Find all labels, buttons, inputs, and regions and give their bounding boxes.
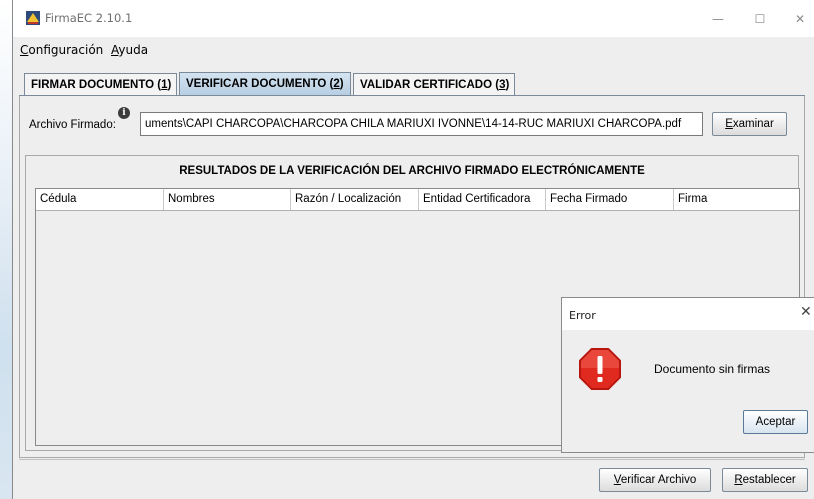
restablecer-button[interactable]: Restablecer: [722, 468, 808, 492]
tab-label: FIRMAR DOCUMENTO: [31, 79, 155, 91]
minimize-button[interactable]: —: [698, 6, 738, 34]
dialog-title-bar: Error ✕: [562, 298, 814, 330]
tab-label: VALIDAR CERTIFICADO: [360, 79, 493, 91]
error-stop-icon: [579, 348, 621, 390]
dialog-title: Error: [569, 309, 596, 322]
window-title: FirmaEC 2.10.1: [45, 11, 133, 25]
dialog-message: Documento sin firmas: [654, 362, 771, 376]
tab-mnemonic: 2: [333, 78, 340, 90]
tab-label: VERIFICAR DOCUMENTO: [186, 78, 327, 90]
tab-mnemonic: 3: [499, 79, 506, 91]
aceptar-button[interactable]: Aceptar: [743, 410, 808, 434]
column-header-firma[interactable]: Firma: [674, 189, 799, 210]
examinar-button[interactable]: Examinar: [712, 112, 787, 136]
title-bar: FirmaEC 2.10.1 — ☐ ✕: [13, 0, 814, 37]
dialog-close-icon[interactable]: ✕: [800, 304, 812, 320]
results-title: RESULTADOS DE LA VERIFICACIÓN DEL ARCHIV…: [179, 165, 645, 177]
error-dialog: Error ✕ Documento sin firmas Aceptar: [561, 297, 814, 453]
verificar-archivo-button[interactable]: Verificar Archivo: [599, 468, 711, 492]
tab-firmar-documento[interactable]: FIRMAR DOCUMENTO (1): [24, 73, 177, 95]
close-button[interactable]: ✕: [780, 6, 814, 34]
desktop-background: [0, 0, 12, 499]
maximize-button[interactable]: ☐: [740, 6, 780, 34]
tab-mnemonic: 1: [161, 79, 168, 91]
info-icon[interactable]: i: [118, 107, 130, 119]
archivo-firmado-field[interactable]: uments\CAPI CHARCOPA\CHARCOPA CHILA MARI…: [140, 112, 703, 136]
column-header-fecha[interactable]: Fecha Firmado: [546, 189, 674, 210]
menu-configuracion[interactable]: Configuración: [20, 43, 103, 57]
column-header-cedula[interactable]: Cédula: [36, 189, 164, 210]
table-header: Cédula Nombres Razón / Localización Enti…: [36, 189, 799, 211]
column-header-nombres[interactable]: Nombres: [164, 189, 291, 210]
tab-verificar-documento[interactable]: VERIFICAR DOCUMENTO (2): [179, 72, 351, 96]
column-header-razon[interactable]: Razón / Localización: [291, 189, 419, 210]
archivo-firmado-label: Archivo Firmado:: [29, 119, 116, 131]
app-logo-icon: [25, 10, 41, 26]
bottom-separator: [19, 459, 805, 460]
menu-ayuda[interactable]: Ayuda: [111, 43, 148, 57]
column-header-entidad[interactable]: Entidad Certificadora: [419, 189, 546, 210]
tab-validar-certificado[interactable]: VALIDAR CERTIFICADO (3): [353, 73, 515, 95]
